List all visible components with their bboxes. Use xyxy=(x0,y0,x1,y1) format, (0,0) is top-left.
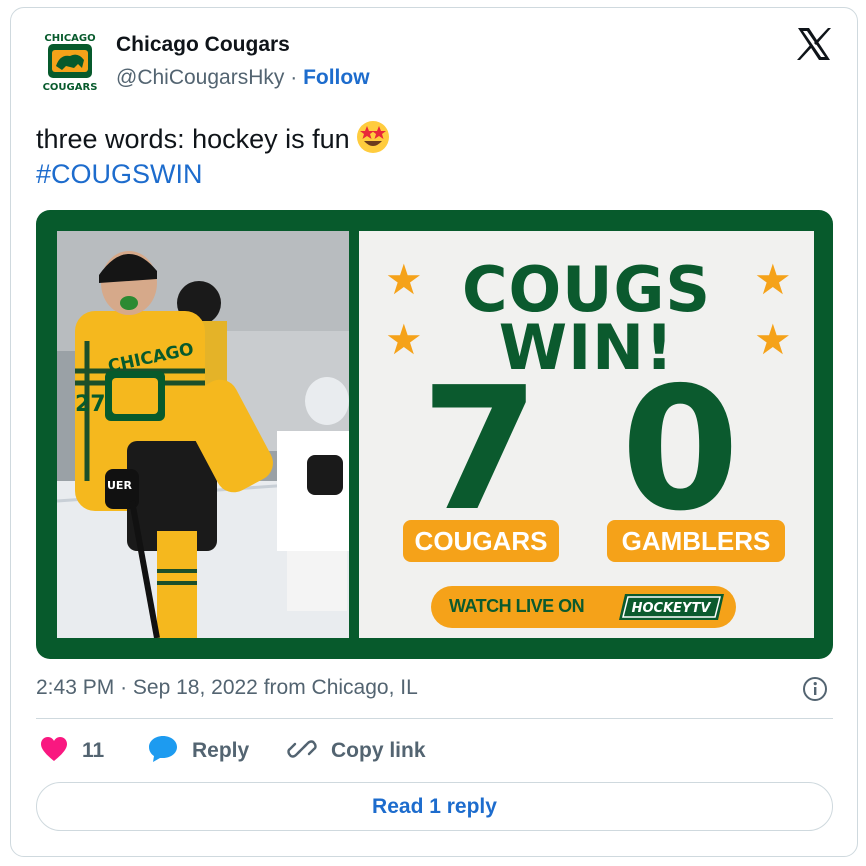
divider xyxy=(36,718,833,719)
heart-icon xyxy=(40,736,68,767)
author-handle-row: @ChiCougarsHky · Follow xyxy=(116,66,370,90)
watch-live-label: WATCH LIVE ON xyxy=(449,596,585,616)
svg-text:UER: UER xyxy=(107,479,132,492)
author-avatar[interactable]: CHICAGO COUGARS xyxy=(34,24,106,96)
copy-link-label: Copy link xyxy=(331,739,426,762)
reply-button[interactable]: Reply xyxy=(148,735,250,768)
tweet-time: 2:43 PM xyxy=(36,676,115,699)
copy-link-button[interactable]: Copy link xyxy=(287,736,426,766)
home-team-label: COUGARS xyxy=(403,520,559,562)
x-logo-icon[interactable] xyxy=(794,24,834,64)
svg-text:27: 27 xyxy=(75,392,106,417)
like-count: 11 xyxy=(82,739,105,762)
follow-button[interactable]: Follow xyxy=(303,66,370,89)
like-button[interactable]: 11 xyxy=(40,736,104,766)
away-team-label: GAMBLERS xyxy=(607,520,785,562)
reply-label: Reply xyxy=(192,739,250,762)
info-icon[interactable] xyxy=(802,676,828,702)
time-separator: · xyxy=(120,676,128,699)
reply-bubble-icon xyxy=(148,735,178,768)
svg-text:CHICAGO: CHICAGO xyxy=(44,33,95,44)
cougars-logo: CHICAGO COUGARS xyxy=(43,33,98,93)
hockeytv-logo: HOCKEYTV xyxy=(619,594,724,620)
hockey-player-photo: CHICAGO 27 UER xyxy=(57,231,349,638)
tweet-location: from Chicago, IL xyxy=(263,676,418,699)
svg-text:COUGARS: COUGARS xyxy=(43,82,98,93)
score-panel: ★ ★ ★ ★ COUGS WIN! 7 0 COUGARS GAMBLERS … xyxy=(359,231,814,638)
author-name[interactable]: Chicago Cougars xyxy=(116,33,290,57)
tweet-timestamp[interactable]: 2:43 PM · Sep 18, 2022 from Chicago, IL xyxy=(36,676,418,700)
tweet-media-image[interactable]: CHICAGO 27 UER ★ ★ ★ ★ COUGS WIN! 7 0 CO… xyxy=(36,210,833,659)
away-score: 0 xyxy=(621,351,740,549)
link-icon xyxy=(287,734,317,769)
read-replies-button[interactable]: Read 1 reply xyxy=(36,782,833,831)
tweet-date: Sep 18, 2022 xyxy=(132,676,258,699)
handle-separator: · xyxy=(290,66,298,89)
watch-live-banner: WATCH LIVE ON HOCKEYTV xyxy=(431,586,736,628)
home-score: 7 xyxy=(421,351,540,549)
tweet-text-body: three words: hockey is fun xyxy=(36,124,350,154)
svg-text:HOCKEYTV: HOCKEYTV xyxy=(632,601,712,616)
author-handle[interactable]: @ChiCougarsHky xyxy=(116,66,284,89)
star-struck-emoji-icon xyxy=(356,120,390,163)
hashtag-link[interactable]: #COUGSWIN xyxy=(36,156,203,192)
